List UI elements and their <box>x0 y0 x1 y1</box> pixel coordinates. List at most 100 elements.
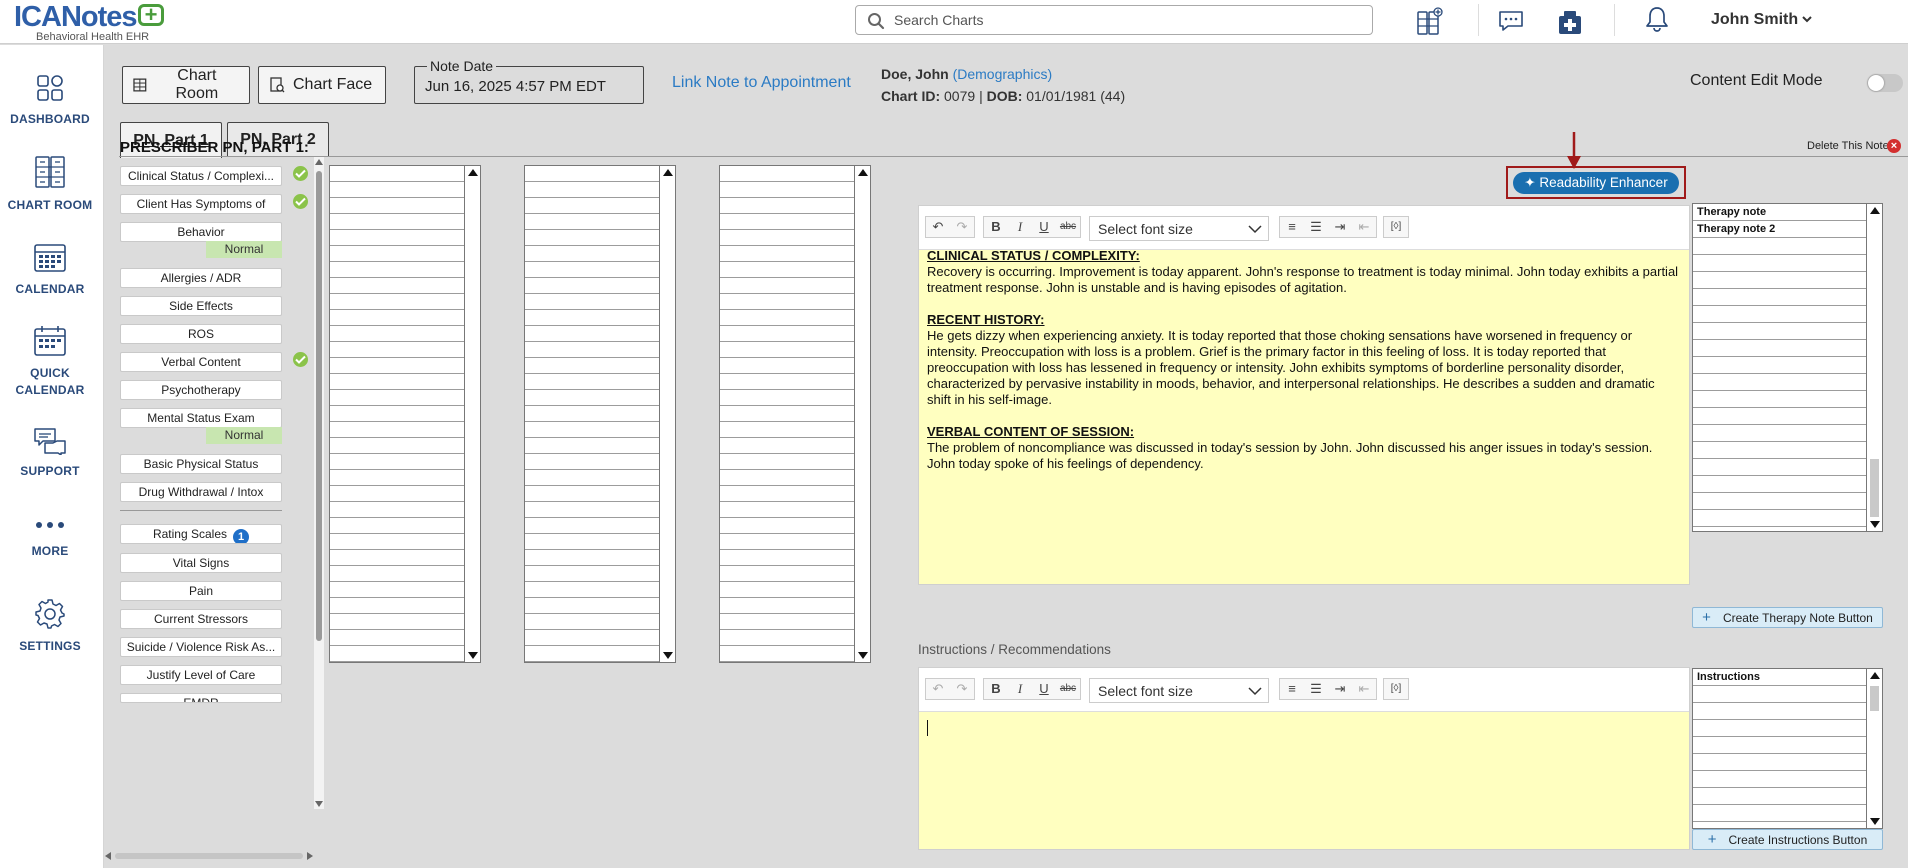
settings-icon <box>35 599 65 629</box>
source-code-icon[interactable]: [◊] <box>1384 679 1408 699</box>
source-code-icon[interactable]: [◊] <box>1384 217 1408 237</box>
note-date-field[interactable]: Note Date Jun 16, 2025 4:57 PM EDT <box>414 58 644 104</box>
underline-button[interactable]: U <box>1032 217 1056 237</box>
section-mental-status-exam[interactable]: Mental Status Exam <box>120 408 282 428</box>
section-psychotherapy[interactable]: Psychotherapy <box>120 380 282 400</box>
list-header[interactable]: Instructions <box>1697 669 1760 685</box>
app-logo[interactable]: ICANotes + Behavioral Health EHR <box>14 2 164 43</box>
demographics-link[interactable]: (Demographics) <box>953 66 1053 82</box>
list-item[interactable]: Therapy note 2 <box>1697 221 1775 237</box>
chart-room-button[interactable]: Chart Room <box>122 66 250 104</box>
chart-face-button[interactable]: Chart Face <box>258 66 386 104</box>
content-edit-mode-toggle[interactable] <box>1867 74 1903 92</box>
logo-plus-icon: + <box>137 4 164 26</box>
plus-icon: + <box>1702 609 1711 626</box>
therapy-list-scrollbar[interactable] <box>1866 204 1882 531</box>
instructions-list-scrollbar[interactable] <box>1866 669 1882 828</box>
outdent-icon[interactable]: ⇤ <box>1352 679 1376 699</box>
readability-enhancer-button[interactable]: ✦ Readability Enhancer <box>1513 172 1679 194</box>
check-icon <box>293 352 308 367</box>
nav-more[interactable]: MORE <box>0 521 100 560</box>
column-scrollbar[interactable] <box>854 166 870 662</box>
delete-icon[interactable]: × <box>1887 139 1901 153</box>
create-therapy-note-button[interactable]: + Create Therapy Note Button <box>1692 607 1883 628</box>
section-suicide-risk[interactable]: Suicide / Violence Risk As... <box>120 637 282 657</box>
instructions-label: Instructions / Recommendations <box>918 642 1111 657</box>
indent-icon[interactable]: ⇥ <box>1328 217 1352 237</box>
section-clinical-status[interactable]: Clinical Status / Complexi... <box>120 166 282 186</box>
editor-toolbar: ↶ ↷ B I Uabc Select font size ≡ ☰ ⇥ ⇤ [◊] <box>919 668 1689 712</box>
redo-icon[interactable]: ↷ <box>950 679 974 699</box>
ordered-list-icon[interactable]: ≡ <box>1280 217 1304 237</box>
prescription-icon[interactable] <box>1556 8 1584 36</box>
outdent-icon[interactable]: ⇤ <box>1352 217 1376 237</box>
section-drug-withdrawal[interactable]: Drug Withdrawal / Intox <box>120 482 282 502</box>
section-client-symptoms[interactable]: Client Has Symptoms of <box>120 194 282 214</box>
message-icon[interactable] <box>1497 9 1525 33</box>
horizontal-scrollbar[interactable] <box>105 849 313 861</box>
section-list-scrollbar[interactable] <box>314 157 324 809</box>
column-scrollbar[interactable] <box>659 166 675 662</box>
section-vital-signs[interactable]: Vital Signs <box>120 553 282 573</box>
section-behavior[interactable]: Behavior <box>120 222 282 242</box>
instructions-list[interactable]: Instructions <box>1692 668 1883 829</box>
search-input[interactable] <box>894 10 1354 30</box>
dashboard-icon <box>37 75 63 101</box>
delete-note-link[interactable]: Delete This Note <box>1807 140 1889 152</box>
section-emdr[interactable]: EMDR <box>120 693 282 703</box>
instructions-editor[interactable]: ↶ ↷ B I Uabc Select font size ≡ ☰ ⇥ ⇤ [◊] <box>918 667 1690 850</box>
unordered-list-icon[interactable]: ☰ <box>1304 217 1328 237</box>
font-size-select[interactable]: Select font size <box>1089 216 1269 241</box>
nav-calendar[interactable]: CALENDAR <box>0 241 100 298</box>
left-navigation: DASHBOARD CHART ROOM CALENDAR QUICK CALE… <box>0 45 104 868</box>
user-name[interactable]: John Smith <box>1711 11 1798 29</box>
nav-settings[interactable]: SETTINGS <box>0 598 100 655</box>
section-rating-scales[interactable]: Rating Scales 1 <box>120 524 282 544</box>
redo-icon[interactable]: ↷ <box>950 217 974 237</box>
unordered-list-icon[interactable]: ☰ <box>1304 679 1328 699</box>
nav-quick-calendar[interactable]: QUICK CALENDAR <box>0 325 100 399</box>
heading-verbal-content: VERBAL CONTENT OF SESSION: <box>927 424 1135 439</box>
section-verbal-content[interactable]: Verbal Content <box>120 352 282 372</box>
section-ros[interactable]: ROS <box>120 324 282 344</box>
underline-button[interactable]: U <box>1032 679 1056 699</box>
undo-icon[interactable]: ↶ <box>926 679 950 699</box>
editor-content[interactable]: CLINICAL STATUS / COMPLEXITY: Recovery is… <box>927 248 1679 488</box>
strikethrough-button[interactable]: abc <box>1056 217 1080 237</box>
bold-button[interactable]: B <box>984 217 1008 237</box>
strikethrough-button[interactable]: abc <box>1056 679 1080 699</box>
section-basic-physical-status[interactable]: Basic Physical Status <box>120 454 282 474</box>
font-size-select[interactable]: Select font size <box>1089 678 1269 703</box>
undo-icon[interactable]: ↶ <box>926 217 950 237</box>
create-instructions-button[interactable]: + Create Instructions Button <box>1692 829 1883 850</box>
check-icon <box>293 194 308 209</box>
link-note-to-appointment[interactable]: Link Note to Appointment <box>672 74 851 92</box>
notification-bell-icon[interactable] <box>1643 5 1671 33</box>
selection-list-column-1[interactable] <box>329 165 481 663</box>
list-item[interactable]: Therapy note <box>1697 204 1766 220</box>
section-current-stressors[interactable]: Current Stressors <box>120 609 282 629</box>
chart-cabinet-icon[interactable] <box>1415 6 1443 36</box>
therapy-note-list[interactable]: Therapy note Therapy note 2 <box>1692 203 1883 532</box>
section-allergies[interactable]: Allergies / ADR <box>120 268 282 288</box>
italic-button[interactable]: I <box>1008 679 1032 699</box>
search-charts[interactable] <box>855 5 1373 35</box>
column-scrollbar[interactable] <box>464 166 480 662</box>
nav-dashboard[interactable]: DASHBOARD <box>0 73 100 128</box>
italic-button[interactable]: I <box>1008 217 1032 237</box>
section-side-effects[interactable]: Side Effects <box>120 296 282 316</box>
ordered-list-icon[interactable]: ≡ <box>1280 679 1304 699</box>
section-pain[interactable]: Pain <box>120 581 282 601</box>
more-icon <box>36 522 64 528</box>
indent-icon[interactable]: ⇥ <box>1328 679 1352 699</box>
main-area: Chart Room Chart Face Note Date Jun 16, … <box>105 45 1908 868</box>
bold-button[interactable]: B <box>984 679 1008 699</box>
section-justify-level-of-care[interactable]: Justify Level of Care <box>120 665 282 685</box>
nav-support[interactable]: SUPPORT <box>0 427 100 480</box>
selection-list-column-2[interactable] <box>524 165 676 663</box>
chevron-down-icon[interactable] <box>1801 13 1813 25</box>
nav-chart-room[interactable]: CHART ROOM <box>0 155 100 214</box>
chevron-down-icon <box>1248 225 1262 234</box>
selection-list-column-3[interactable] <box>719 165 871 663</box>
note-editor[interactable]: ↶ ↷ B I Uabc Select font size ≡ ☰ ⇥ ⇤ [◊] CLIN… <box>918 205 1690 585</box>
